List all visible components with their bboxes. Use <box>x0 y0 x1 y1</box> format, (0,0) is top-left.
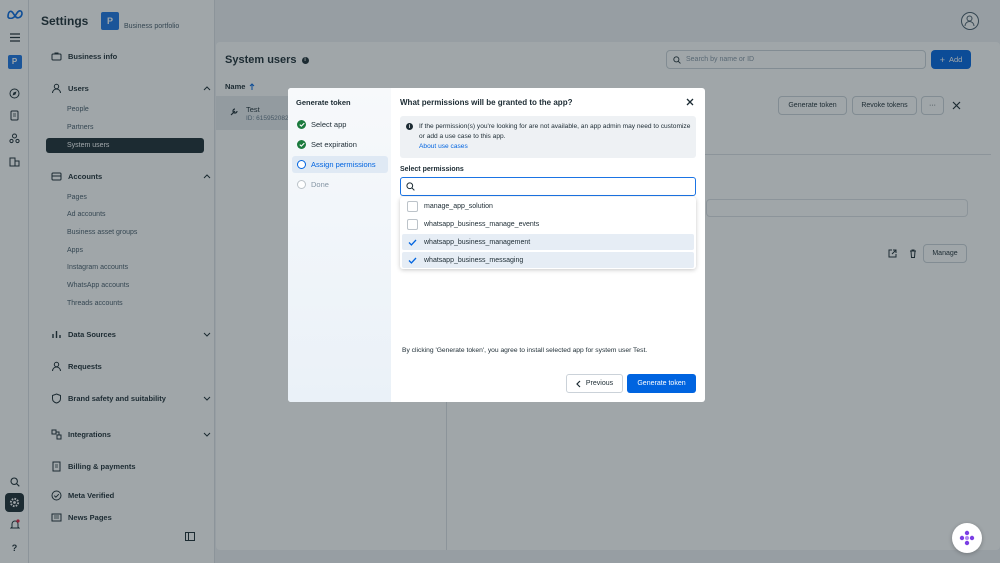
checkbox[interactable] <box>407 200 418 212</box>
permission-option-whatsapp-business-management[interactable]: whatsapp_business_management <box>402 234 694 250</box>
generate-token-dialog: Generate token Select app Set expiration… <box>288 88 705 402</box>
dialog-title: What permissions will be granted to the … <box>400 98 573 107</box>
step-label: Done <box>311 180 329 189</box>
steps-panel: Generate token Select app Set expiration… <box>288 88 391 402</box>
checkmark-icon[interactable] <box>407 255 418 266</box>
previous-button[interactable]: Previous <box>566 374 623 393</box>
info-icon: i <box>406 123 413 130</box>
notice-text: If the permission(s) you're looking for … <box>419 123 691 140</box>
close-icon[interactable] <box>684 96 696 108</box>
permission-option-manage-app-solution[interactable]: manage_app_solution <box>402 198 694 214</box>
permission-name: whatsapp_business_manage_events <box>424 220 540 228</box>
permissions-dropdown: manage_app_solution whatsapp_business_ma… <box>400 197 696 269</box>
step-set-expiration[interactable]: Set expiration <box>292 136 388 153</box>
permission-name: whatsapp_business_messaging <box>424 256 524 264</box>
about-use-cases-link[interactable]: About use cases <box>419 143 468 150</box>
check-circle-icon <box>297 120 306 129</box>
disclaimer-text: By clicking 'Generate token', you agree … <box>402 347 648 354</box>
step-select-app[interactable]: Select app <box>292 116 388 133</box>
check-circle-icon <box>297 140 306 149</box>
current-step-circle-icon <box>297 160 306 169</box>
step-done: Done <box>292 176 388 193</box>
previous-label: Previous <box>585 380 614 387</box>
chevron-left-icon <box>576 380 581 387</box>
select-permissions-label: Select permissions <box>400 166 464 173</box>
permission-option-whatsapp-business-manage-events[interactable]: whatsapp_business_manage_events <box>402 216 694 232</box>
generate-token-submit-button[interactable]: Generate token <box>627 374 696 393</box>
permission-name: manage_app_solution <box>424 202 493 210</box>
permissions-search-input[interactable] <box>400 177 696 196</box>
empty-step-circle-icon <box>297 180 306 189</box>
meta-ai-assistant-icon[interactable] <box>952 523 982 553</box>
permission-option-whatsapp-business-messaging[interactable]: whatsapp_business_messaging <box>402 252 694 268</box>
info-notice: i If the permission(s) you're looking fo… <box>400 116 696 158</box>
permissions-pane: What permissions will be granted to the … <box>391 88 705 402</box>
search-icon <box>406 182 415 191</box>
step-assign-permissions[interactable]: Assign permissions <box>292 156 388 173</box>
steps-title: Generate token <box>296 98 351 107</box>
permission-name: whatsapp_business_management <box>424 238 531 246</box>
step-label: Assign permissions <box>311 160 376 169</box>
checkbox[interactable] <box>407 218 418 230</box>
step-label: Select app <box>311 120 347 129</box>
step-label: Set expiration <box>311 140 357 149</box>
checkmark-icon[interactable] <box>407 237 418 248</box>
